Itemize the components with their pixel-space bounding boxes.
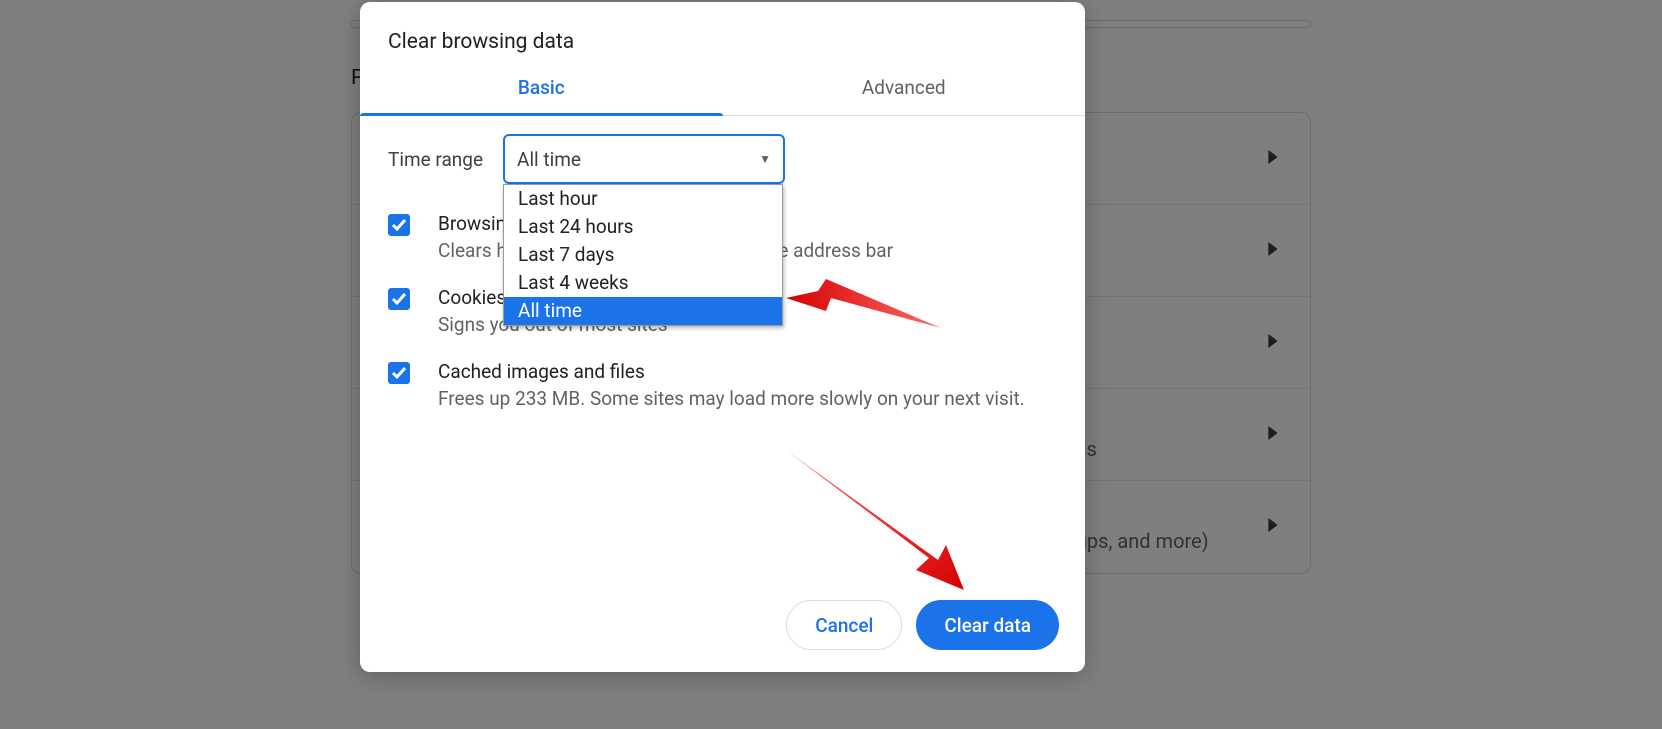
cancel-button[interactable]: Cancel: [786, 600, 902, 650]
dialog-tabs: Basic Advanced: [360, 76, 1085, 116]
option-title: Cached images and files: [438, 360, 1025, 383]
dialog-title: Clear browsing data: [360, 2, 1085, 76]
tab-basic[interactable]: Basic: [360, 76, 723, 115]
checkbox-cached[interactable]: [388, 362, 410, 384]
clear-data-button[interactable]: Clear data: [916, 600, 1059, 650]
chevron-right-icon: [1268, 150, 1278, 168]
time-range-option-selected[interactable]: All time: [504, 297, 782, 325]
time-range-option[interactable]: Last 7 days: [504, 241, 782, 269]
checkbox-browsing-history[interactable]: [388, 214, 410, 236]
chevron-right-icon: [1268, 334, 1278, 352]
caret-down-icon: ▼: [759, 152, 771, 166]
option-subtitle: Frees up 233 MB. Some sites may load mor…: [438, 387, 1025, 410]
time-range-select[interactable]: All time ▼: [503, 134, 785, 184]
time-range-option[interactable]: Last 4 weeks: [504, 269, 782, 297]
option-cached: Cached images and files Frees up 233 MB.…: [388, 360, 1057, 410]
chevron-right-icon: [1268, 426, 1278, 444]
time-range-dropdown: All time ▼ Last hour Last 24 hours Last …: [503, 134, 785, 184]
time-range-selected-value: All time: [517, 148, 581, 171]
tab-advanced[interactable]: Advanced: [723, 76, 1086, 115]
time-range-option[interactable]: Last hour: [504, 185, 782, 213]
chevron-right-icon: [1268, 518, 1278, 536]
time-range-options-list: Last hour Last 24 hours Last 7 days Last…: [503, 184, 783, 326]
dialog-footer: Cancel Clear data: [360, 582, 1085, 672]
time-range-row: Time range All time ▼ Last hour Last 24 …: [388, 134, 1057, 184]
clear-browsing-data-dialog: Clear browsing data Basic Advanced Time …: [360, 2, 1085, 672]
checkbox-cookies[interactable]: [388, 288, 410, 310]
time-range-option[interactable]: Last 24 hours: [504, 213, 782, 241]
time-range-label: Time range: [388, 148, 483, 171]
chevron-right-icon: [1268, 242, 1278, 260]
dialog-body: Time range All time ▼ Last hour Last 24 …: [360, 116, 1085, 582]
